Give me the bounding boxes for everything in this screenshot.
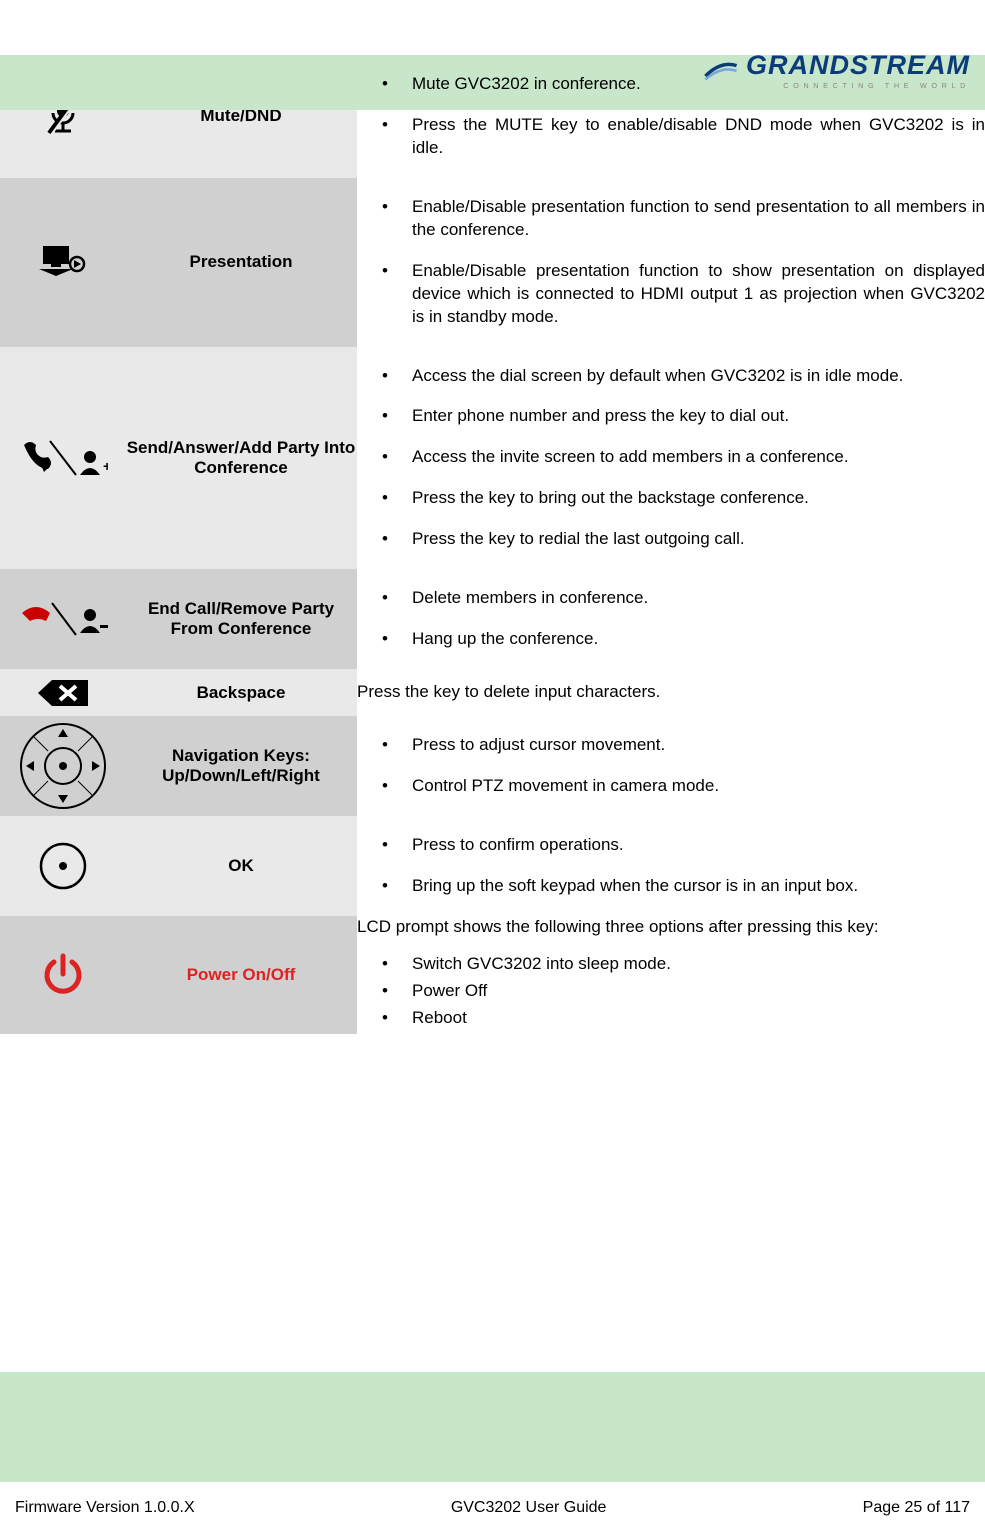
page-footer: Firmware Version 1.0.0.X GVC3202 User Gu… — [15, 1499, 970, 1517]
svg-text:+: + — [103, 458, 108, 474]
list-item: Press to adjust cursor movement. — [382, 734, 985, 757]
description-list: Switch GVC3202 into sleep mode. Power Of… — [357, 953, 985, 1030]
key-name: End Call/Remove Party From Conference — [148, 599, 334, 638]
footer-band — [0, 1372, 985, 1482]
footer-firmware: Firmware Version 1.0.0.X — [15, 1499, 195, 1517]
footer-title: GVC3202 User Guide — [451, 1499, 607, 1517]
description-list: Enable/Disable presentation function to … — [357, 196, 985, 329]
table-row: Power On/Off LCD prompt shows the follow… — [0, 916, 985, 1034]
key-name: Power On/Off — [187, 965, 296, 984]
description-list: Mute GVC3202 in conference. Press the MU… — [357, 73, 985, 160]
key-name: Navigation Keys: Up/Down/Left/Right — [162, 746, 320, 785]
description-list: Press to adjust cursor movement. Control… — [357, 734, 985, 798]
ok-button-icon — [0, 841, 125, 891]
backspace-icon — [0, 678, 125, 708]
list-item: Enable/Disable presentation function to … — [382, 260, 985, 329]
presentation-icon — [0, 242, 125, 282]
footer-page: Page 25 of 117 — [863, 1499, 970, 1517]
table-row: Presentation Enable/Disable presentation… — [0, 178, 985, 347]
key-name: Presentation — [190, 252, 293, 271]
list-item: Press the key to bring out the backstage… — [382, 487, 985, 510]
description-list: Press to confirm operations. Bring up th… — [357, 834, 985, 898]
table-row: OK Press to confirm operations. Bring up… — [0, 816, 985, 916]
table-row: Navigation Keys: Up/Down/Left/Right Pres… — [0, 716, 985, 816]
list-item: Hang up the conference. — [382, 628, 985, 651]
list-item: Delete members in conference. — [382, 587, 985, 610]
description-list: Access the dial screen by default when G… — [357, 365, 985, 552]
navigation-dpad-icon — [0, 721, 125, 811]
list-item: Press to confirm operations. — [382, 834, 985, 857]
list-item: Press the MUTE key to enable/disable DND… — [382, 114, 985, 160]
list-item: Switch GVC3202 into sleep mode. — [382, 953, 985, 976]
list-item: Power Off — [382, 980, 985, 1003]
table-row: Backspace Press the key to delete input … — [0, 669, 985, 716]
description-intro: LCD prompt shows the following three opt… — [357, 916, 985, 939]
key-name: Backspace — [197, 683, 286, 702]
description-list: Delete members in conference. Hang up th… — [357, 587, 985, 651]
power-icon — [0, 952, 125, 998]
list-item: Mute GVC3202 in conference. — [382, 73, 985, 96]
list-item: Control PTZ movement in camera mode. — [382, 775, 985, 798]
list-item: Enter phone number and press the key to … — [382, 405, 985, 428]
list-item: Press the key to redial the last outgoin… — [382, 528, 985, 551]
list-item: Enable/Disable presentation function to … — [382, 196, 985, 242]
call-add-party-icon: + — [0, 435, 125, 481]
description: Press the key to delete input characters… — [357, 682, 660, 701]
remote-keys-table: Mute/DND Mute GVC3202 in conference. Pre… — [0, 55, 985, 1034]
list-item: Bring up the soft keypad when the cursor… — [382, 875, 985, 898]
key-name: Send/Answer/Add Party Into Conference — [127, 438, 356, 477]
list-item: Access the dial screen by default when G… — [382, 365, 985, 388]
table-row: End Call/Remove Party From Conference De… — [0, 569, 985, 669]
end-call-remove-party-icon — [0, 599, 125, 639]
list-item: Access the invite screen to add members … — [382, 446, 985, 469]
table-row: + Send/Answer/Add Party Into Conference … — [0, 347, 985, 570]
list-item: Reboot — [382, 1007, 985, 1030]
key-name: OK — [228, 856, 254, 875]
